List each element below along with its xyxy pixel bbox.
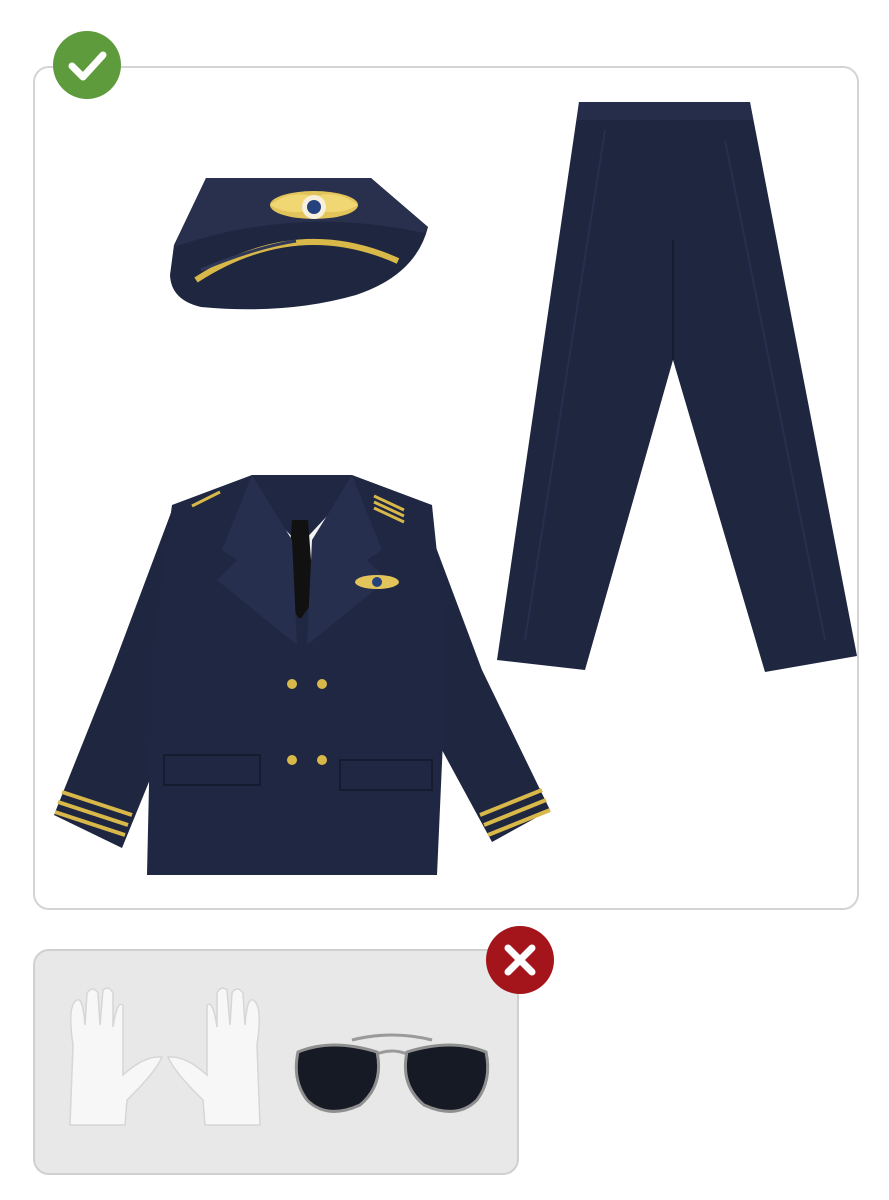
pilot-jacket-image [54, 475, 551, 875]
cross-icon [504, 944, 536, 976]
pilot-hat-image [170, 178, 428, 310]
excluded-badge [486, 926, 554, 994]
included-badge [53, 31, 121, 99]
white-gloves-image [69, 987, 261, 1126]
check-icon [68, 51, 107, 81]
aviator-sunglasses-image [294, 1033, 490, 1113]
